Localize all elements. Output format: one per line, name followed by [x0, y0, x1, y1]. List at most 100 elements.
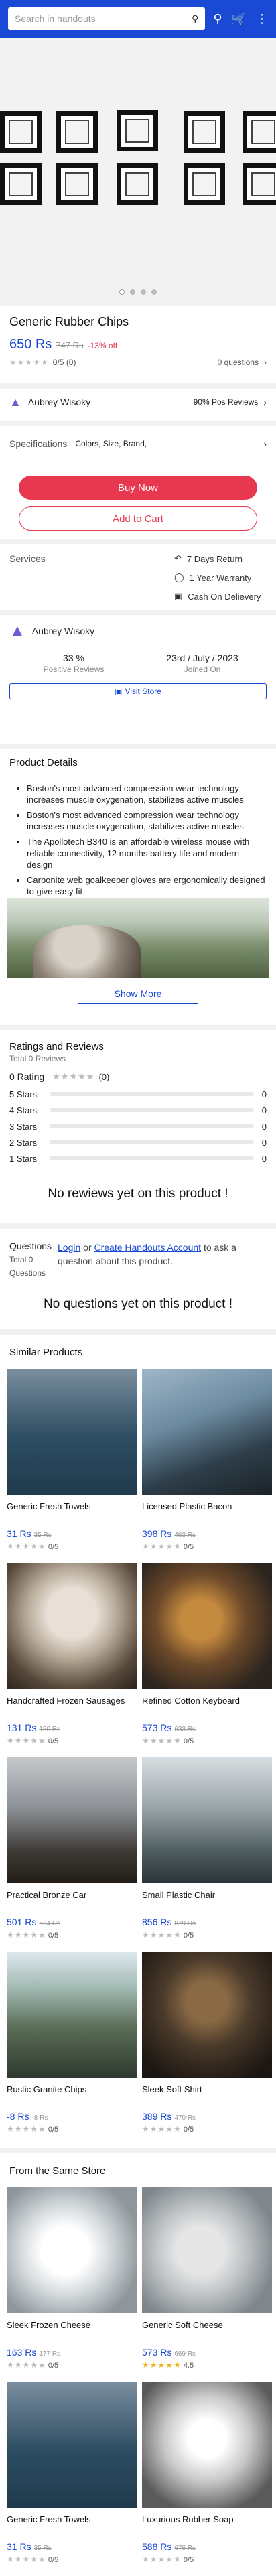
search-box[interactable]: Search in handouts ⚲	[8, 7, 206, 30]
visit-store-button[interactable]: ▣ Visit Store	[9, 683, 267, 699]
product-rating: 0/5	[48, 2362, 59, 2370]
product-name: Sleek Soft Shirt	[142, 2084, 202, 2094]
product-card[interactable]: Refined Cotton Keyboard 573 Rs 633 Rs ★★★…	[142, 1563, 272, 1757]
store-logo-icon: ▲	[9, 622, 25, 640]
services-label: Services	[9, 553, 46, 564]
same-store-products: From the Same Store Sleek Frozen Cheese …	[0, 2165, 276, 2576]
product-image[interactable]	[7, 1369, 137, 1495]
product-price: 573 Rs	[142, 1722, 172, 1733]
rating-stars: ★★★★★	[7, 1542, 46, 1551]
product-rating: 4.5	[183, 2362, 194, 2370]
shield-icon: ◯	[174, 572, 184, 582]
rating-bar-row: 4 Stars 0	[9, 1105, 267, 1115]
product-image[interactable]	[7, 1952, 137, 2078]
buy-now-button[interactable]: Buy Now	[19, 476, 257, 500]
product-image[interactable]	[7, 1563, 137, 1689]
product-image[interactable]	[142, 1563, 272, 1689]
product-card[interactable]: Small Plastic Chair 856 Rs 879 Rs ★★★★★ 0…	[142, 1757, 272, 1952]
old-price: 747 Rs	[56, 340, 84, 350]
product-old-price: 177 Rs	[39, 2350, 61, 2358]
product-rating: 0/5	[183, 2556, 194, 2564]
create-account-link[interactable]: Create Handouts Account	[94, 1242, 202, 1253]
product-old-price: 633 Rs	[174, 1726, 196, 1733]
product-rating: 0/5	[48, 2126, 59, 2134]
product-name: Licensed Plastic Bacon	[142, 1501, 232, 1511]
add-to-cart-button[interactable]: Add to Cart	[19, 506, 257, 531]
search-input[interactable]: Search in handouts	[15, 13, 192, 24]
product-image[interactable]	[7, 2187, 137, 2313]
specifications-row[interactable]: Specifications Colors, Size, Brand, ›	[0, 438, 276, 449]
product-rating: 0/5	[48, 1543, 59, 1551]
rating-stars: ★★★★★	[7, 1736, 46, 1745]
product-name: Refined Cotton Keyboard	[142, 1696, 240, 1706]
product-name: Practical Bronze Car	[7, 1890, 87, 1900]
product-name: Generic Fresh Towels	[7, 1501, 91, 1511]
product-name: Rustic Granite Chips	[7, 2084, 87, 2094]
product-image[interactable]	[7, 1757, 137, 1883]
cart-icon[interactable]: 🛒	[232, 12, 247, 26]
no-reviews-message: No rewiews yet on this product !	[48, 1187, 228, 1201]
product-image[interactable]	[142, 2382, 272, 2508]
product-card[interactable]: Generic Fresh Towels 31 Rs 35 Rs ★★★★★ 0/…	[7, 2382, 137, 2576]
rating-stars: ★★★★★	[142, 1736, 182, 1745]
more-icon[interactable]: ⋮	[256, 12, 268, 26]
visit-store-label: Visit Store	[125, 687, 161, 696]
service-item: 7 Days Return	[186, 553, 243, 564]
product-card[interactable]: Practical Bronze Car 501 Rs 524 Rs ★★★★★ …	[7, 1757, 137, 1952]
rating-stars: ★★★★★	[142, 2360, 182, 2370]
product-card[interactable]: Handcrafted Frozen Sausages 131 Rs 150 Rs…	[7, 1563, 137, 1757]
product-name: Handcrafted Frozen Sausages	[7, 1696, 125, 1706]
product-name: Generic Soft Cheese	[142, 2320, 223, 2330]
login-link[interactable]: Login	[58, 1242, 80, 1253]
product-card[interactable]: Luxurious Rubber Soap 588 Rs 676 Rs ★★★★★…	[142, 2382, 272, 2576]
product-image-carousel[interactable]	[0, 38, 276, 306]
product-old-price: 669 Rs	[174, 2350, 196, 2358]
rating-bar-row: 5 Stars 0	[9, 1089, 267, 1099]
reviews-total: Total 0 Reviews	[9, 1054, 66, 1063]
product-image[interactable]	[7, 2382, 137, 2508]
carousel-dots[interactable]	[0, 289, 276, 295]
product-card[interactable]: Generic Soft Cheese 573 Rs 669 Rs ★★★★★ 4…	[142, 2187, 272, 2382]
product-rating: 0/5	[183, 2126, 194, 2134]
product-old-price: 879 Rs	[174, 1920, 196, 1927]
joined-label: Joined On	[184, 665, 221, 674]
rating-stars: ★★★★★	[7, 1930, 46, 1940]
product-price: 163 Rs	[7, 2347, 37, 2358]
joined-value: 23rd / July / 2023	[166, 653, 238, 663]
product-card[interactable]: Rustic Granite Chips -8 Rs -8 Rs ★★★★★ 0/…	[7, 1952, 137, 2146]
product-card[interactable]: Sleek Soft Shirt 389 Rs 470 Rs ★★★★★ 0/5	[142, 1952, 272, 2146]
return-icon: ↶	[174, 553, 182, 563]
product-details-title: Product Details	[9, 757, 78, 768]
product-card[interactable]: Licensed Plastic Bacon 398 Rs 463 Rs ★★★★…	[142, 1369, 272, 1563]
product-name: Sleek Frozen Cheese	[7, 2320, 91, 2330]
product-image[interactable]	[142, 1757, 272, 1883]
product-details: Product Details	[0, 757, 276, 768]
store-card: ▲ Aubrey Wisoky 33 % Positive Reviews 23…	[0, 622, 276, 699]
questions-count[interactable]: 0 questions	[218, 358, 259, 367]
product-image[interactable]	[142, 1952, 272, 2078]
rating-stars: ★★★★★	[142, 1542, 182, 1551]
details-image	[0, 898, 276, 978]
product-price: 588 Rs	[142, 2541, 172, 2552]
seller-row[interactable]: ▲ Aubrey Wisoky 90% Pos Reviews ›	[0, 394, 276, 410]
discount-badge: -13% off	[87, 341, 118, 350]
positive-reviews-value: 33 %	[63, 653, 84, 663]
reviews-section: Ratings and Reviews Total 0 Reviews 0 Ra…	[0, 1041, 276, 1201]
same-store-title: From the Same Store	[9, 2165, 106, 2177]
reviews-title: Ratings and Reviews	[9, 1041, 104, 1053]
search-icon[interactable]: ⚲	[192, 13, 198, 25]
product-card[interactable]: Generic Fresh Towels 31 Rs 35 Rs ★★★★★ 0/…	[7, 1369, 137, 1563]
cash-icon: ▣	[174, 591, 183, 601]
share-icon[interactable]: ⚲	[213, 12, 222, 26]
rating-count: (0)	[98, 1071, 110, 1082]
rating-stars: ★★★★★	[7, 2360, 46, 2370]
service-item: 1 Year Warranty	[189, 572, 252, 583]
product-card[interactable]: Sleek Frozen Cheese 163 Rs 177 Rs ★★★★★ 0…	[7, 2187, 137, 2382]
rating-bar-row: 3 Stars 0	[9, 1121, 267, 1132]
feature-item: The Apollotech B340 is an affordable wir…	[27, 836, 267, 870]
product-image[interactable]	[142, 2187, 272, 2313]
show-more-button[interactable]: Show More	[78, 984, 198, 1004]
product-image[interactable]	[142, 1369, 272, 1495]
feature-item: Boston's most advanced compression wear …	[27, 783, 267, 805]
rating-stars: ★★★★★	[142, 2124, 182, 2134]
